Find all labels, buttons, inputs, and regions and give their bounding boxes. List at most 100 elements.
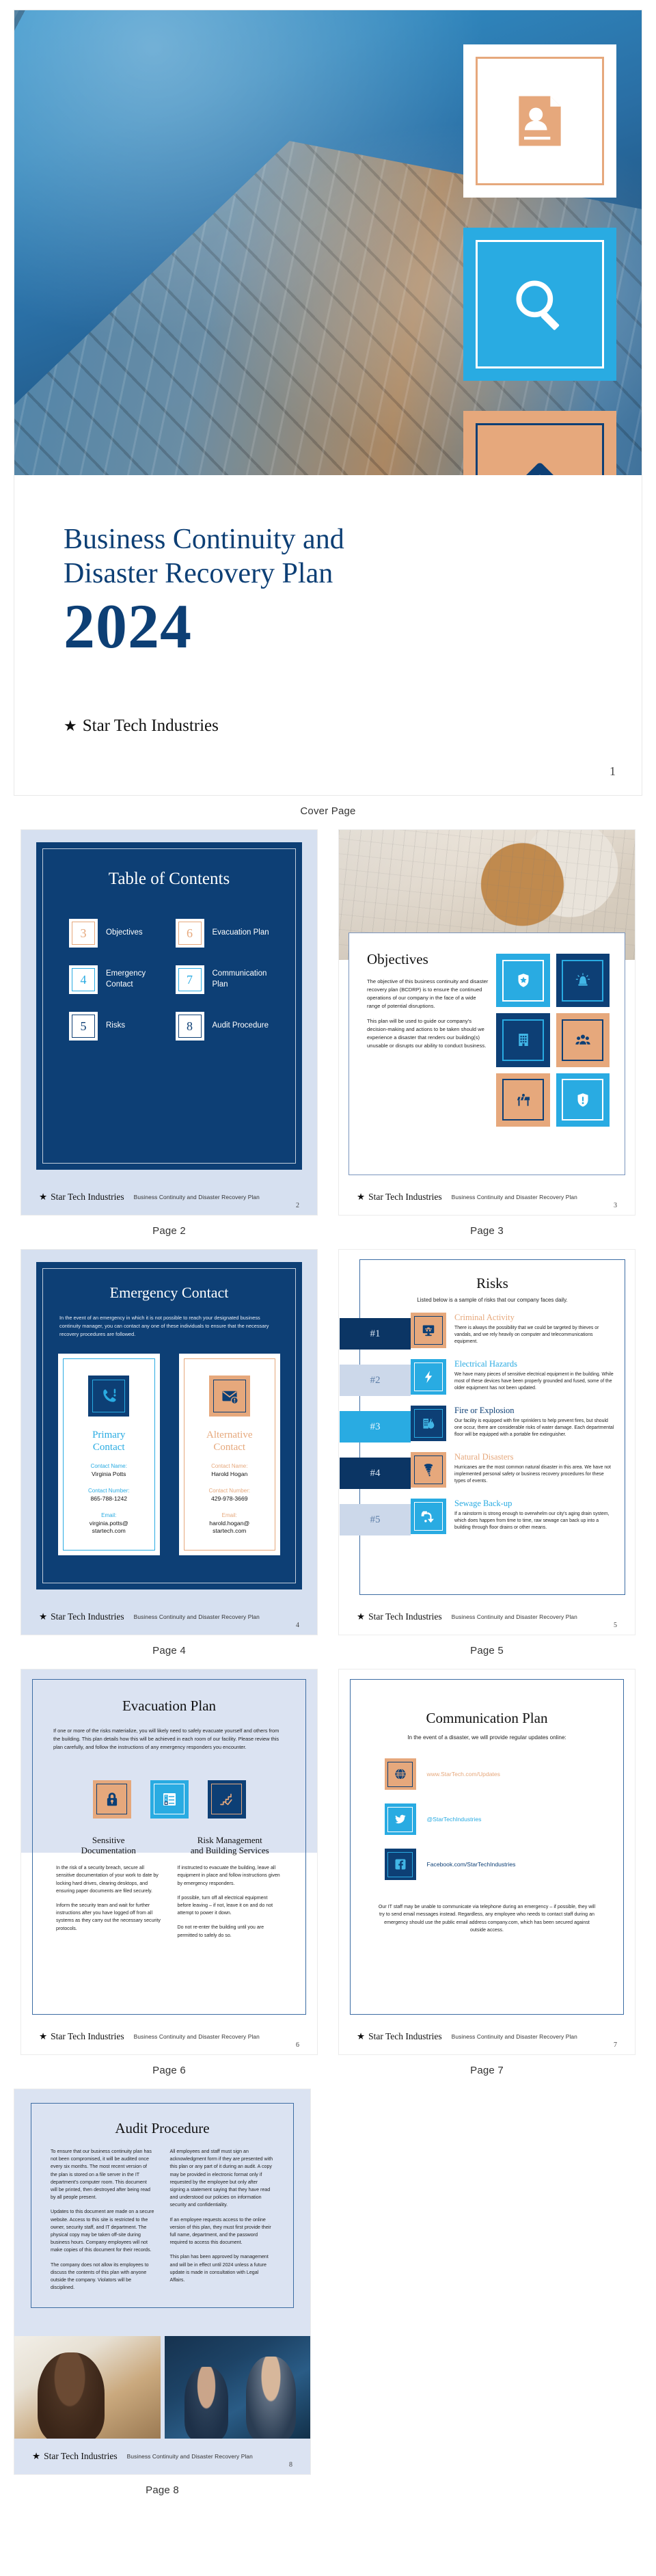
evacuation-card: Evacuation Plan If one or more of the ri… <box>32 1679 306 2015</box>
alternative-contact-name: Harold Hogan <box>211 1470 248 1477</box>
caption-cover: Cover Page <box>300 805 356 817</box>
risk-rank-badge: #3 <box>340 1411 411 1443</box>
emergency-contact-cards: Primary Contact Contact Name: Virginia P… <box>36 1339 302 1556</box>
toc-item-label: Communication Plan <box>212 969 267 989</box>
communication-channel-twitter[interactable]: @StarTechIndustries <box>384 1803 590 1835</box>
page-cell-2: Table of Contents 3 Objectives 6 Evacuat… <box>20 829 318 1249</box>
evacuation-paragraph: Inform the security team and wait for fu… <box>56 1903 161 1931</box>
alternative-contact-email: harold.hogan@ startech.com <box>209 1519 250 1535</box>
primary-contact-card: Primary Contact Contact Name: Virginia P… <box>58 1353 160 1556</box>
star-icon: ★ <box>357 1611 366 1622</box>
risk-rank-badge: #5 <box>340 1504 411 1535</box>
primary-contact-email: virginia.potts@ startech.com <box>89 1519 128 1535</box>
cover-brand: ★ Star Tech Industries <box>14 658 642 736</box>
evacuation-title: Evacuation Plan <box>122 1698 217 1714</box>
star-icon: ★ <box>39 2031 48 2041</box>
evacuation-paragraph: Do not re-enter the building until you a… <box>177 1924 264 1938</box>
stairs-icon <box>207 1780 246 1819</box>
star-icon: ★ <box>39 1192 48 1202</box>
footer-page-number: 8 <box>289 2461 292 2469</box>
toc-item-label: Risks <box>106 1021 126 1030</box>
caption-page-7: Page 7 <box>470 2065 504 2076</box>
objectives-paragraph-2: This plan will be used to guide our comp… <box>367 1017 487 1049</box>
risk-rank-badge: #4 <box>340 1458 411 1489</box>
page-cell-7: Communication Plan In the event of a dis… <box>338 1669 636 2089</box>
burning-building-icon <box>411 1406 446 1441</box>
toc-number-box: 7 <box>175 965 204 994</box>
alternative-contact-kind: Alternative Contact <box>206 1429 253 1453</box>
risks-list: #1 Criminal Activity There is always the… <box>340 1303 625 1542</box>
toc-number-box: 4 <box>69 965 98 994</box>
risk-row: #1 Criminal Activity There is always the… <box>340 1313 615 1356</box>
risks-title: Risks <box>476 1275 508 1291</box>
cover-title-line2: Disaster Recovery Plan <box>64 557 333 589</box>
toc-item-label: Evacuation Plan <box>212 928 269 937</box>
evacuation-column-sensitive-documentation: Sensitive Documentation In the risk of a… <box>56 1835 161 1940</box>
star-icon: ★ <box>357 1192 366 1202</box>
footer-running-title: Business Continuity and Disaster Recover… <box>133 1613 260 1620</box>
evacuation-intro: If one or more of the risks materialize,… <box>53 1728 279 1750</box>
page-cell-4: Emergency Contact In the event of an eme… <box>20 1249 318 1669</box>
tornado-icon <box>411 1452 446 1488</box>
page-row-8: Audit Procedure To ensure that our busin… <box>0 2089 656 2508</box>
audit-paragraph: If an employee requests access to the on… <box>169 2216 271 2246</box>
toc-number-box: 8 <box>175 1012 204 1041</box>
page-5-risks: Risks Listed below is a sample of risks … <box>338 1249 636 1635</box>
communication-channel-website[interactable]: www www.StarTech.com/Updates <box>384 1758 590 1790</box>
toc-number-box: 5 <box>69 1012 98 1041</box>
footer-brand: ★ Star Tech Industries <box>39 2031 124 2041</box>
page-4-emergency-contact: Emergency Contact In the event of an eme… <box>20 1249 318 1635</box>
checklist-icon <box>150 1780 189 1819</box>
alternative-contact-number: 429-978-3669 <box>210 1494 248 1502</box>
police-badge-icon <box>496 954 550 1008</box>
footer-running-title: Business Continuity and Disaster Recover… <box>133 2033 260 2040</box>
star-icon: ★ <box>64 717 77 735</box>
primary-contact-kind: Primary Contact <box>92 1429 126 1453</box>
page-footer: ★ Star Tech Industries Business Continuit… <box>14 2439 310 2474</box>
caption-page-3: Page 3 <box>470 1225 504 1237</box>
communication-note: Our IT staff may be unable to communicat… <box>378 1904 596 1933</box>
shield-alert-icon <box>556 1073 610 1127</box>
contact-name-label: Contact Name: <box>90 1462 127 1469</box>
toc-item-objectives[interactable]: 3 Objectives <box>69 919 163 948</box>
risk-body: There is always the possibility that we … <box>454 1325 599 1345</box>
leaking-pipe-icon <box>411 1499 446 1534</box>
toc-number-box: 6 <box>175 919 204 948</box>
cover-text-block: Business Continuity and Disaster Recover… <box>14 475 642 795</box>
footer-running-title: Business Continuity and Disaster Recover… <box>126 2453 253 2460</box>
objectives-title: Objectives <box>367 951 428 967</box>
communication-channel-label: Facebook.com/StarTechIndustries <box>426 1861 516 1868</box>
star-icon: ★ <box>32 2451 41 2461</box>
page-row-6-7: Evacuation Plan If one or more of the ri… <box>0 1669 656 2089</box>
emergency-contact-intro: In the event of an emergency in which it… <box>59 1315 269 1337</box>
contact-card-icon <box>463 44 616 198</box>
cover-page: Business Continuity and Disaster Recover… <box>14 10 642 796</box>
footer-brand: ★ Star Tech Industries <box>39 1611 124 1622</box>
toc-item-label: Objectives <box>106 928 143 937</box>
objectives-paragraph-1: The objective of this business continuit… <box>367 978 489 1009</box>
objectives-card: Objectives The objective of this busines… <box>348 933 625 1175</box>
caption-page-8: Page 8 <box>146 2484 179 2496</box>
toc-item-risks[interactable]: 5 Risks <box>69 1012 163 1041</box>
audit-card: Audit Procedure To ensure that our busin… <box>31 2103 294 2308</box>
toc-panel: Table of Contents 3 Objectives 6 Evacuat… <box>36 842 302 1170</box>
caption-page-5: Page 5 <box>470 1645 504 1656</box>
toc-item-evacuation-plan[interactable]: 6 Evacuation Plan <box>175 919 270 948</box>
primary-contact-number: 865-788-1242 <box>90 1494 128 1502</box>
toc-item-emergency-contact[interactable]: 4 Emergency Contact <box>69 965 163 994</box>
evacuation-paragraph: If possible, turn off all electrical equ… <box>177 1894 273 1916</box>
group-of-people-icon <box>556 1013 610 1067</box>
toc-item-audit-procedure[interactable]: 8 Audit Procedure <box>175 1012 270 1041</box>
alarm-siren-icon <box>556 954 610 1008</box>
emergency-contact-panel: Emergency Contact In the event of an eme… <box>36 1262 302 1589</box>
risk-heading: Criminal Activity <box>454 1313 515 1322</box>
caption-page-4: Page 4 <box>152 1645 186 1656</box>
communication-channel-facebook[interactable]: Facebook.com/StarTechIndustries <box>384 1849 590 1880</box>
toc-grid: 3 Objectives 6 Evacuation Plan 4 Emergen… <box>36 889 302 1041</box>
page-footer: ★ Star Tech Industries Business Continuit… <box>21 2019 317 2054</box>
contact-name-label: Contact Name: <box>211 1462 248 1469</box>
footer-brand: ★ Star Tech Industries <box>357 1192 442 1202</box>
toc-item-communication-plan[interactable]: 7 Communication Plan <box>175 965 270 994</box>
footer-brand: ★ Star Tech Industries <box>357 2031 442 2041</box>
objectives-text: Objectives The objective of this busines… <box>367 951 489 1127</box>
